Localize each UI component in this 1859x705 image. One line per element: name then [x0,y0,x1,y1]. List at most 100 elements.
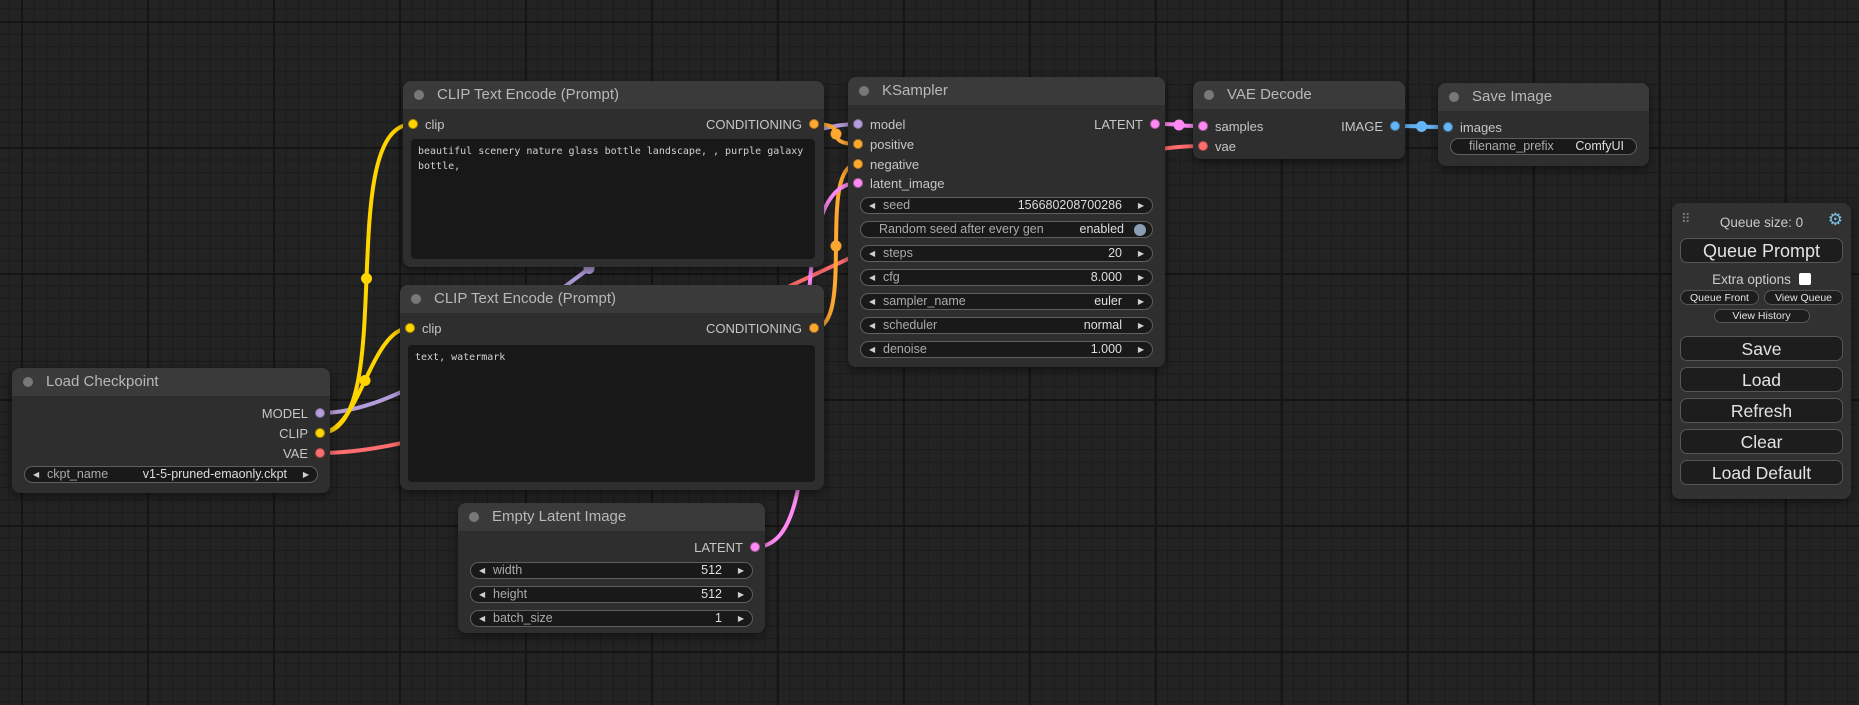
increment-arrow-icon[interactable]: ▶ [738,563,744,578]
increment-arrow-icon[interactable]: ▶ [1138,198,1144,213]
node-title-bar[interactable]: CLIP Text Encode (Prompt) [400,285,824,313]
link-midpoint-dot-latent[interactable] [1174,120,1185,131]
output-dot-latent[interactable] [1150,119,1160,129]
node-load-checkpoint[interactable]: Load CheckpointMODELCLIPVAE◀▶ckpt_namev1… [12,368,330,493]
node-clip-encode-negative[interactable]: CLIP Text Encode (Prompt)clipCONDITIONIN… [400,285,824,490]
collapse-dot[interactable] [1449,92,1459,102]
link-midpoint-dot-conditioning[interactable] [831,241,842,252]
increment-arrow-icon[interactable]: ▶ [1138,318,1144,333]
input-dot-vae[interactable] [1198,141,1208,151]
collapse-dot[interactable] [859,86,869,96]
refresh-button[interactable]: Refresh [1680,398,1843,423]
input-dot-negative[interactable] [853,159,863,169]
increment-arrow-icon[interactable]: ▶ [738,587,744,602]
node-empty-latent[interactable]: Empty Latent ImageLATENT◀▶width512◀▶heig… [458,503,765,633]
node-vae-decode[interactable]: VAE DecodesamplesvaeIMAGE [1193,81,1405,159]
widget-filename-prefix[interactable]: filename_prefixComfyUI [1450,138,1637,155]
input-slot-latent-image: latent_image [853,174,944,192]
decrement-arrow-icon[interactable]: ◀ [869,198,875,213]
collapse-dot[interactable] [414,90,424,100]
widget-value: ComfyUI [1575,139,1624,154]
prompt-textarea[interactable]: beautiful scenery nature glass bottle la… [411,139,815,259]
toggle-knob[interactable] [1134,224,1146,236]
increment-arrow-icon[interactable]: ▶ [1138,294,1144,309]
decrement-arrow-icon[interactable]: ◀ [869,318,875,333]
save-button[interactable]: Save [1680,336,1843,361]
prompt-textarea[interactable]: text, watermark [408,345,815,482]
input-dot-images[interactable] [1443,122,1453,132]
widget-denoise[interactable]: ◀▶denoise1.000 [860,341,1153,358]
decrement-arrow-icon[interactable]: ◀ [869,342,875,357]
view-queue-button[interactable]: View Queue [1764,290,1843,305]
view-history-button[interactable]: View History [1714,309,1810,323]
collapse-dot[interactable] [411,294,421,304]
clear-button[interactable]: Clear [1680,429,1843,454]
widget-height[interactable]: ◀▶height512 [470,586,753,603]
widget-width[interactable]: ◀▶width512 [470,562,753,579]
extra-options-checkbox[interactable] [1799,273,1811,285]
node-title-bar[interactable]: CLIP Text Encode (Prompt) [403,81,824,109]
widget-seed[interactable]: ◀▶seed156680208700286 [860,197,1153,214]
output-dot-latent[interactable] [750,542,760,552]
widget-ckpt-name[interactable]: ◀▶ckpt_namev1-5-pruned-emaonly.ckpt [24,466,318,483]
link-midpoint-dot-image[interactable] [1416,121,1427,132]
decrement-arrow-icon[interactable]: ◀ [479,587,485,602]
queue-prompt-button[interactable]: Queue Prompt [1680,238,1843,263]
load-default-button[interactable]: Load Default [1680,460,1843,485]
output-dot-model[interactable] [315,408,325,418]
node-title-bar[interactable]: Load Checkpoint [12,368,330,396]
widget-label: steps [883,246,913,261]
output-dot-image[interactable] [1390,121,1400,131]
decrement-arrow-icon[interactable]: ◀ [869,270,875,285]
drag-handle-icon[interactable]: ⠿ [1681,212,1691,227]
widget-cfg[interactable]: ◀▶cfg8.000 [860,269,1153,286]
queue-front-button[interactable]: Queue Front [1680,290,1759,305]
history-row: View History [1680,309,1843,323]
collapse-dot[interactable] [23,377,33,387]
output-dot-conditioning[interactable] [809,323,819,333]
link-midpoint-dot-clip[interactable] [361,273,372,284]
node-title-bar[interactable]: KSampler [848,77,1165,105]
decrement-arrow-icon[interactable]: ◀ [33,467,39,482]
node-title: CLIP Text Encode (Prompt) [434,285,616,313]
node-graph-canvas[interactable]: Load CheckpointMODELCLIPVAE◀▶ckpt_namev1… [0,0,1859,705]
node-title-bar[interactable]: Empty Latent Image [458,503,765,531]
widget-sampler-name[interactable]: ◀▶sampler_nameeuler [860,293,1153,310]
input-slot-model: model [853,115,905,133]
input-label: samples [1215,119,1263,134]
node-title-bar[interactable]: VAE Decode [1193,81,1405,109]
input-dot-samples[interactable] [1198,121,1208,131]
output-dot-vae[interactable] [315,448,325,458]
input-dot-latent-image[interactable] [853,178,863,188]
decrement-arrow-icon[interactable]: ◀ [479,611,485,626]
increment-arrow-icon[interactable]: ▶ [303,467,309,482]
input-dot-model[interactable] [853,119,863,129]
link-midpoint-dot-conditioning[interactable] [831,129,842,140]
output-dot-clip[interactable] [315,428,325,438]
link-midpoint-dot-clip[interactable] [360,375,371,386]
widget-value: 512 [701,587,722,602]
output-dot-conditioning[interactable] [809,119,819,129]
decrement-arrow-icon[interactable]: ◀ [479,563,485,578]
collapse-dot[interactable] [469,512,479,522]
input-dot-clip[interactable] [408,119,418,129]
input-dot-positive[interactable] [853,139,863,149]
settings-gear-icon[interactable]: ⚙ [1828,210,1843,230]
widget-batch-size[interactable]: ◀▶batch_size1 [470,610,753,627]
node-clip-encode-positive[interactable]: CLIP Text Encode (Prompt)clipCONDITIONIN… [403,81,824,267]
node-save-image[interactable]: Save Imageimagesfilename_prefixComfyUI [1438,83,1649,166]
decrement-arrow-icon[interactable]: ◀ [869,246,875,261]
input-dot-clip[interactable] [405,323,415,333]
node-title-bar[interactable]: Save Image [1438,83,1649,111]
collapse-dot[interactable] [1204,90,1214,100]
node-ksampler[interactable]: KSamplermodelpositivenegativelatent_imag… [848,77,1165,367]
increment-arrow-icon[interactable]: ▶ [738,611,744,626]
increment-arrow-icon[interactable]: ▶ [1138,246,1144,261]
widget-steps[interactable]: ◀▶steps20 [860,245,1153,262]
widget-random-seed-after-every-gen[interactable]: Random seed after every genenabled [860,221,1153,238]
increment-arrow-icon[interactable]: ▶ [1138,342,1144,357]
widget-scheduler[interactable]: ◀▶schedulernormal [860,317,1153,334]
decrement-arrow-icon[interactable]: ◀ [869,294,875,309]
load-button[interactable]: Load [1680,367,1843,392]
increment-arrow-icon[interactable]: ▶ [1138,270,1144,285]
